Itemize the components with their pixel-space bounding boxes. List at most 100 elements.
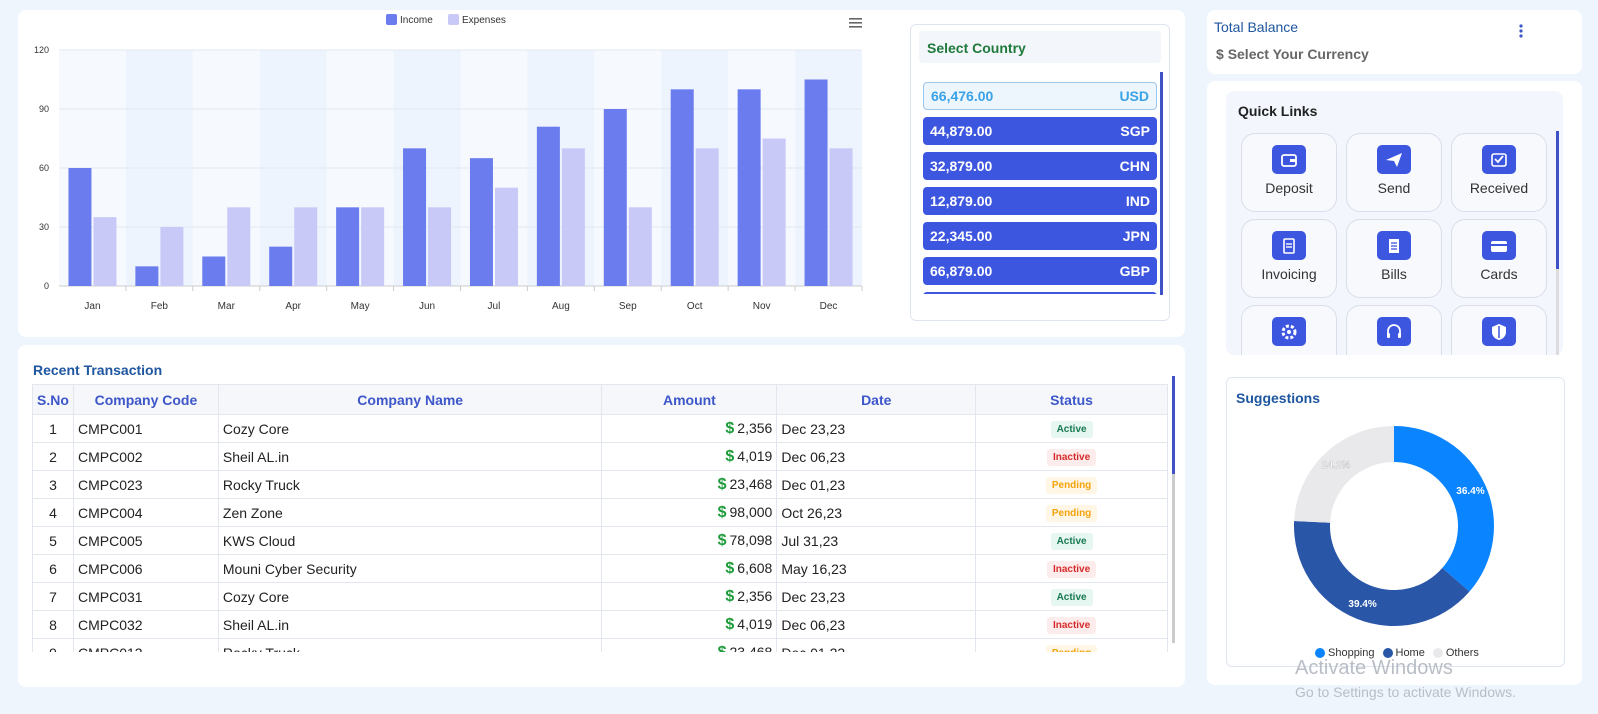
bar-expenses-sep[interactable] (628, 207, 652, 286)
cell-amount: $23,468 (601, 470, 778, 499)
header-sno[interactable]: S.No (32, 384, 74, 415)
bar-expenses-mar[interactable] (227, 207, 251, 286)
bar-income-nov[interactable] (737, 89, 761, 286)
country-option-jpn[interactable]: 22,345.00 JPN (923, 222, 1157, 250)
quick-links-panel: Quick Links Deposit Send Received Invoicing… (1226, 91, 1563, 355)
transaction-table-body: 1 CMPC001 Cozy Core $2,356 Dec 23,23 Active 2 C… (32, 414, 1168, 652)
bar-expenses-may[interactable] (361, 207, 385, 286)
quick-links-scrollbar-thumb[interactable] (1556, 131, 1559, 269)
country-option-partial[interactable] (923, 292, 1157, 294)
bar-income-jan[interactable] (68, 168, 92, 286)
bar-expenses-jul[interactable] (494, 187, 518, 286)
bar-expenses-jun[interactable] (428, 207, 452, 286)
quick-link-settings[interactable]: Settings (1241, 305, 1337, 355)
suggestions-donut-chart: 36.4% 39.4% 24.2% (1294, 426, 1494, 626)
cell-status: Inactive (975, 442, 1168, 471)
header-company-name[interactable]: Company Name (217, 384, 603, 415)
bar-income-apr[interactable] (269, 246, 293, 286)
bar-expenses-aug[interactable] (561, 148, 585, 286)
cell-sno: 7 (32, 582, 74, 611)
dollar-icon: $ (1216, 46, 1224, 62)
quick-link-received[interactable]: Received (1451, 133, 1547, 212)
header-status[interactable]: Status (975, 384, 1168, 415)
bar-expenses-nov[interactable] (762, 138, 786, 287)
legend-swatch-income (386, 14, 397, 25)
dollar-icon: $ (717, 531, 727, 549)
bar-income-sep[interactable] (603, 109, 627, 286)
transaction-table: S.No Company Code Company Name Amount Da… (32, 384, 1168, 652)
cell-company-name: Rocky Truck (217, 470, 603, 499)
table-row[interactable]: 1 CMPC001 Cozy Core $2,356 Dec 23,23 Active (32, 414, 1168, 443)
table-scrollbar-thumb[interactable] (1172, 376, 1175, 474)
bar-expenses-feb[interactable] (160, 227, 184, 286)
header-company-code[interactable]: Company Code (72, 384, 219, 415)
bar-expenses-apr[interactable] (294, 207, 318, 286)
more-options-icon[interactable] (1519, 24, 1523, 38)
country-option-chn[interactable]: 32,879.00 CHN (923, 152, 1157, 180)
x-tick-label: May (351, 301, 370, 312)
cell-sno: 1 (32, 414, 74, 443)
donut-slice-home[interactable] (1294, 520, 1470, 626)
cell-company-code: CMPC006 (72, 554, 219, 583)
quick-link-cards[interactable]: Cards (1451, 219, 1547, 298)
cell-amount: $2,356 (601, 582, 778, 611)
table-row[interactable]: 6 CMPC006 Mouni Cyber Security $6,608 May 16… (32, 554, 1168, 583)
country-option-ind[interactable]: 12,879.00 IND (923, 187, 1157, 215)
quick-link-support[interactable]: Support (1346, 305, 1442, 355)
country-code: IND (1125, 193, 1150, 209)
bar-income-dec[interactable] (804, 79, 828, 287)
x-tick-label: Aug (552, 301, 570, 312)
suggestions-panel: Suggestions 36.4% 39.4% 24.2% Shopping Home… (1226, 377, 1565, 667)
quick-link-bills[interactable]: Bills (1346, 219, 1442, 298)
bar-income-jun[interactable] (403, 148, 427, 286)
dollar-icon: $ (725, 447, 735, 465)
quick-link-label: Support (1347, 352, 1441, 355)
bar-income-jul[interactable] (469, 158, 493, 286)
table-row[interactable]: 7 CMPC031 Cozy Core $2,356 Dec 23,23 Active (32, 582, 1168, 611)
bar-expenses-jan[interactable] (93, 217, 117, 286)
quick-link-invoicing[interactable]: Invoicing (1241, 219, 1337, 298)
cell-company-code: CMPC002 (72, 442, 219, 471)
y-tick-label: 120 (34, 45, 49, 55)
bar-income-mar[interactable] (202, 256, 226, 287)
table-row[interactable]: 9CMPC013Rocky Truck$23,468Dec 01,23Pendi… (32, 638, 1168, 652)
amount-value: 4,019 (737, 447, 773, 464)
table-row[interactable]: 3 CMPC023 Rocky Truck $23,468 Dec 01,23 Pendi… (32, 470, 1168, 499)
cell-amount: $98,000 (601, 498, 778, 527)
country-scrollbar[interactable] (1160, 72, 1163, 295)
quick-links-title: Quick Links (1238, 103, 1318, 119)
recent-transaction-title: Recent Transaction (33, 362, 163, 378)
cell-date: Jul 31,23 (776, 526, 977, 555)
hamburger-menu-icon[interactable] (849, 18, 862, 28)
amount-value: 6,608 (737, 559, 773, 576)
dollar-icon: $ (725, 615, 735, 633)
donut-slice-shopping[interactable] (1394, 426, 1494, 592)
right-panel-card: Quick Links Deposit Send Received Invoicing… (1207, 81, 1582, 685)
bar-income-feb[interactable] (135, 266, 159, 286)
bar-income-may[interactable] (336, 207, 360, 286)
header-amount[interactable]: Amount (601, 384, 778, 415)
bar-income-aug[interactable] (536, 126, 560, 286)
legend-label-income[interactable]: Income (400, 15, 433, 26)
bar-expenses-dec[interactable] (829, 148, 853, 286)
cell-company-code: CMPC032 (72, 610, 219, 639)
cell-status: Pending (975, 470, 1168, 499)
status-badge: Inactive (1046, 617, 1097, 634)
select-currency-dropdown[interactable]: $ Select Your Currency (1216, 46, 1369, 62)
table-row[interactable]: 2 CMPC002 Sheil AL.in $4,019 Dec 06,23 Inacti… (32, 442, 1168, 471)
header-date[interactable]: Date (776, 384, 977, 415)
quick-link-security[interactable]: Security (1451, 305, 1547, 355)
country-option-usd[interactable]: 66,476.00 USD (923, 82, 1157, 110)
amount-value: 2,356 (737, 587, 773, 604)
table-row[interactable]: 8 CMPC032 Sheil AL.in $4,019 Dec 06,23 Inacti… (32, 610, 1168, 639)
quick-link-deposit[interactable]: Deposit (1241, 133, 1337, 212)
table-row[interactable]: 4 CMPC004 Zen Zone $98,000 Oct 26,23 Pending (32, 498, 1168, 527)
country-option-sgp[interactable]: 44,879.00 SGP (923, 117, 1157, 145)
quick-link-send[interactable]: Send (1346, 133, 1442, 212)
bar-income-oct[interactable] (670, 89, 694, 286)
table-row[interactable]: 5 CMPC005 KWS Cloud $78,098 Jul 31,23 Active (32, 526, 1168, 555)
bar-expenses-oct[interactable] (695, 148, 719, 286)
donut-slice-others[interactable] (1294, 426, 1394, 523)
legend-label-expenses[interactable]: Expenses (462, 15, 506, 26)
country-option-gbp[interactable]: 66,879.00 GBP (923, 257, 1157, 285)
